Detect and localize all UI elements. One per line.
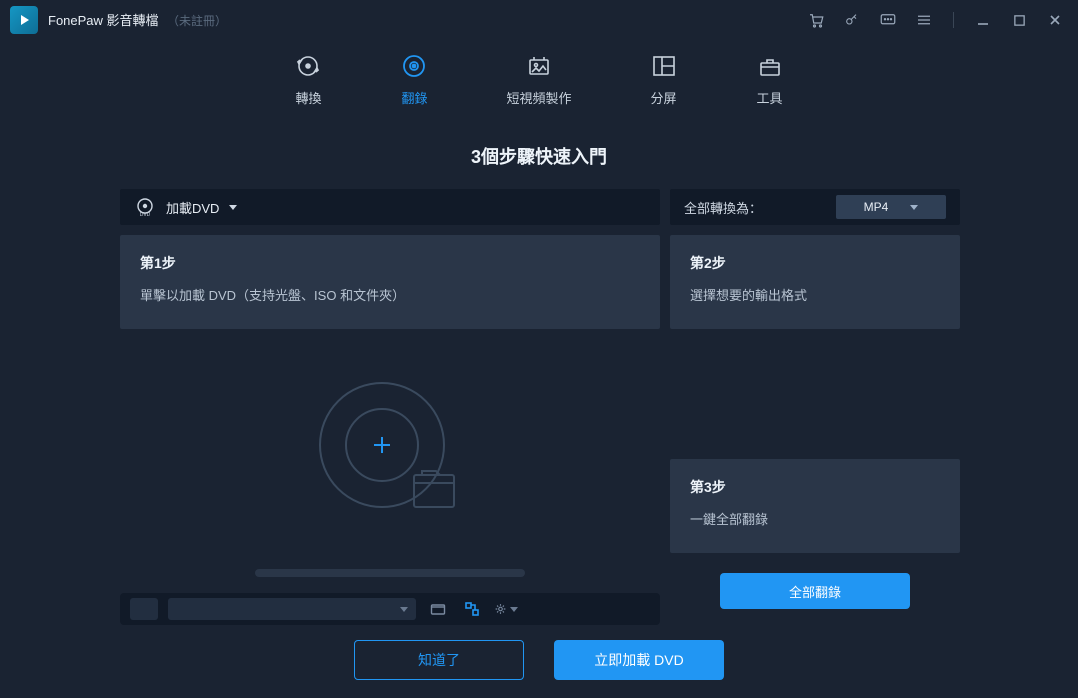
close-icon[interactable] bbox=[1046, 11, 1064, 29]
progress-bar bbox=[255, 569, 525, 577]
step1-title: 第1步 bbox=[140, 253, 640, 273]
key-icon[interactable] bbox=[843, 11, 861, 29]
chevron-down-icon bbox=[400, 607, 408, 612]
tab-label: 短視頻製作 bbox=[506, 88, 571, 107]
tab-label: 分屏 bbox=[650, 88, 676, 107]
step3-card: 第3步 一鍵全部翻錄 bbox=[670, 459, 960, 553]
chevron-down-icon bbox=[510, 607, 518, 612]
tab-rip[interactable]: 翻錄 bbox=[400, 52, 428, 107]
main-content: DVD 加載DVD 全部轉換為： MP4 第1步 單擊以加載 DVD（支持光盤、… bbox=[120, 189, 960, 625]
split-icon bbox=[650, 52, 678, 80]
convert-all-label: 全部轉換為： bbox=[684, 198, 762, 217]
bottom-actions: 知道了 立即加載 DVD bbox=[0, 640, 1078, 680]
step1-desc: 單擊以加載 DVD（支持光盤、ISO 和文件夾） bbox=[140, 285, 640, 307]
tab-convert[interactable]: 轉換 bbox=[294, 52, 322, 107]
step1-card: 第1步 單擊以加載 DVD（支持光盤、ISO 和文件夾） bbox=[120, 235, 660, 329]
rip-icon bbox=[400, 52, 428, 80]
svg-text:DVD: DVD bbox=[140, 212, 151, 218]
app-status: （未註冊） bbox=[167, 14, 227, 28]
toolbox-icon bbox=[756, 52, 784, 80]
tab-label: 工具 bbox=[756, 88, 782, 107]
merge-icon[interactable] bbox=[460, 597, 484, 621]
got-it-button[interactable]: 知道了 bbox=[354, 640, 524, 680]
step2-desc: 選擇想要的輸出格式 bbox=[690, 285, 940, 307]
tab-split[interactable]: 分屏 bbox=[650, 52, 678, 107]
title-bar: FonePaw 影音轉檔 （未註冊） bbox=[0, 0, 1078, 40]
panel-left: 第1步 單擊以加載 DVD（支持光盤、ISO 和文件夾） bbox=[120, 235, 660, 625]
panel-right: 第2步 選擇想要的輸出格式 第3步 一鍵全部翻錄 全部翻錄 bbox=[670, 235, 960, 625]
convert-icon bbox=[294, 52, 322, 80]
step3-block: 第3步 一鍵全部翻錄 全部翻錄 bbox=[670, 449, 960, 625]
format-select[interactable]: MP4 bbox=[836, 195, 946, 219]
tab-label: 翻錄 bbox=[401, 88, 427, 107]
output-path-bar bbox=[120, 593, 660, 625]
app-title: FonePaw 影音轉檔 （未註冊） bbox=[48, 10, 227, 30]
load-dvd-now-button[interactable]: 立即加載 DVD bbox=[554, 640, 724, 680]
maximize-icon[interactable] bbox=[1010, 11, 1028, 29]
load-dvd-dropdown[interactable]: DVD 加載DVD bbox=[120, 189, 660, 225]
title-bar-left: FonePaw 影音轉檔 （未註冊） bbox=[10, 6, 227, 34]
output-format-bar: 全部轉換為： MP4 bbox=[670, 189, 960, 225]
feedback-icon[interactable] bbox=[879, 11, 897, 29]
app-logo bbox=[10, 6, 38, 34]
menu-icon[interactable] bbox=[915, 11, 933, 29]
short-video-icon bbox=[525, 52, 553, 80]
rip-all-button[interactable]: 全部翻錄 bbox=[720, 573, 910, 609]
format-value: MP4 bbox=[864, 200, 889, 214]
cart-icon[interactable] bbox=[807, 11, 825, 29]
step2-title: 第2步 bbox=[690, 253, 940, 273]
chevron-down-icon bbox=[229, 205, 237, 210]
page-title: 3個步驟快速入門 bbox=[0, 143, 1078, 169]
disc-icon: DVD bbox=[134, 196, 156, 218]
open-folder-icon[interactable] bbox=[426, 597, 450, 621]
add-disc-icon bbox=[310, 369, 470, 529]
output-toggle[interactable] bbox=[130, 598, 158, 620]
top-nav: 轉換 翻錄 短視頻製作 分屏 工具 bbox=[0, 40, 1078, 125]
separator bbox=[953, 12, 954, 28]
tab-short-video[interactable]: 短視頻製作 bbox=[506, 52, 571, 107]
load-dvd-label: 加載DVD bbox=[166, 198, 219, 217]
step3-title: 第3步 bbox=[690, 477, 940, 497]
drop-zone[interactable] bbox=[120, 329, 660, 569]
title-bar-right bbox=[807, 11, 1064, 29]
tab-label: 轉換 bbox=[295, 88, 321, 107]
output-path-select[interactable] bbox=[168, 598, 416, 620]
step2-card: 第2步 選擇想要的輸出格式 bbox=[670, 235, 960, 329]
minimize-icon[interactable] bbox=[974, 11, 992, 29]
tab-tools[interactable]: 工具 bbox=[756, 52, 784, 107]
step3-desc: 一鍵全部翻錄 bbox=[690, 509, 940, 531]
chevron-down-icon bbox=[910, 205, 918, 210]
app-name: FonePaw 影音轉檔 bbox=[48, 13, 159, 28]
settings-icon[interactable] bbox=[494, 597, 518, 621]
